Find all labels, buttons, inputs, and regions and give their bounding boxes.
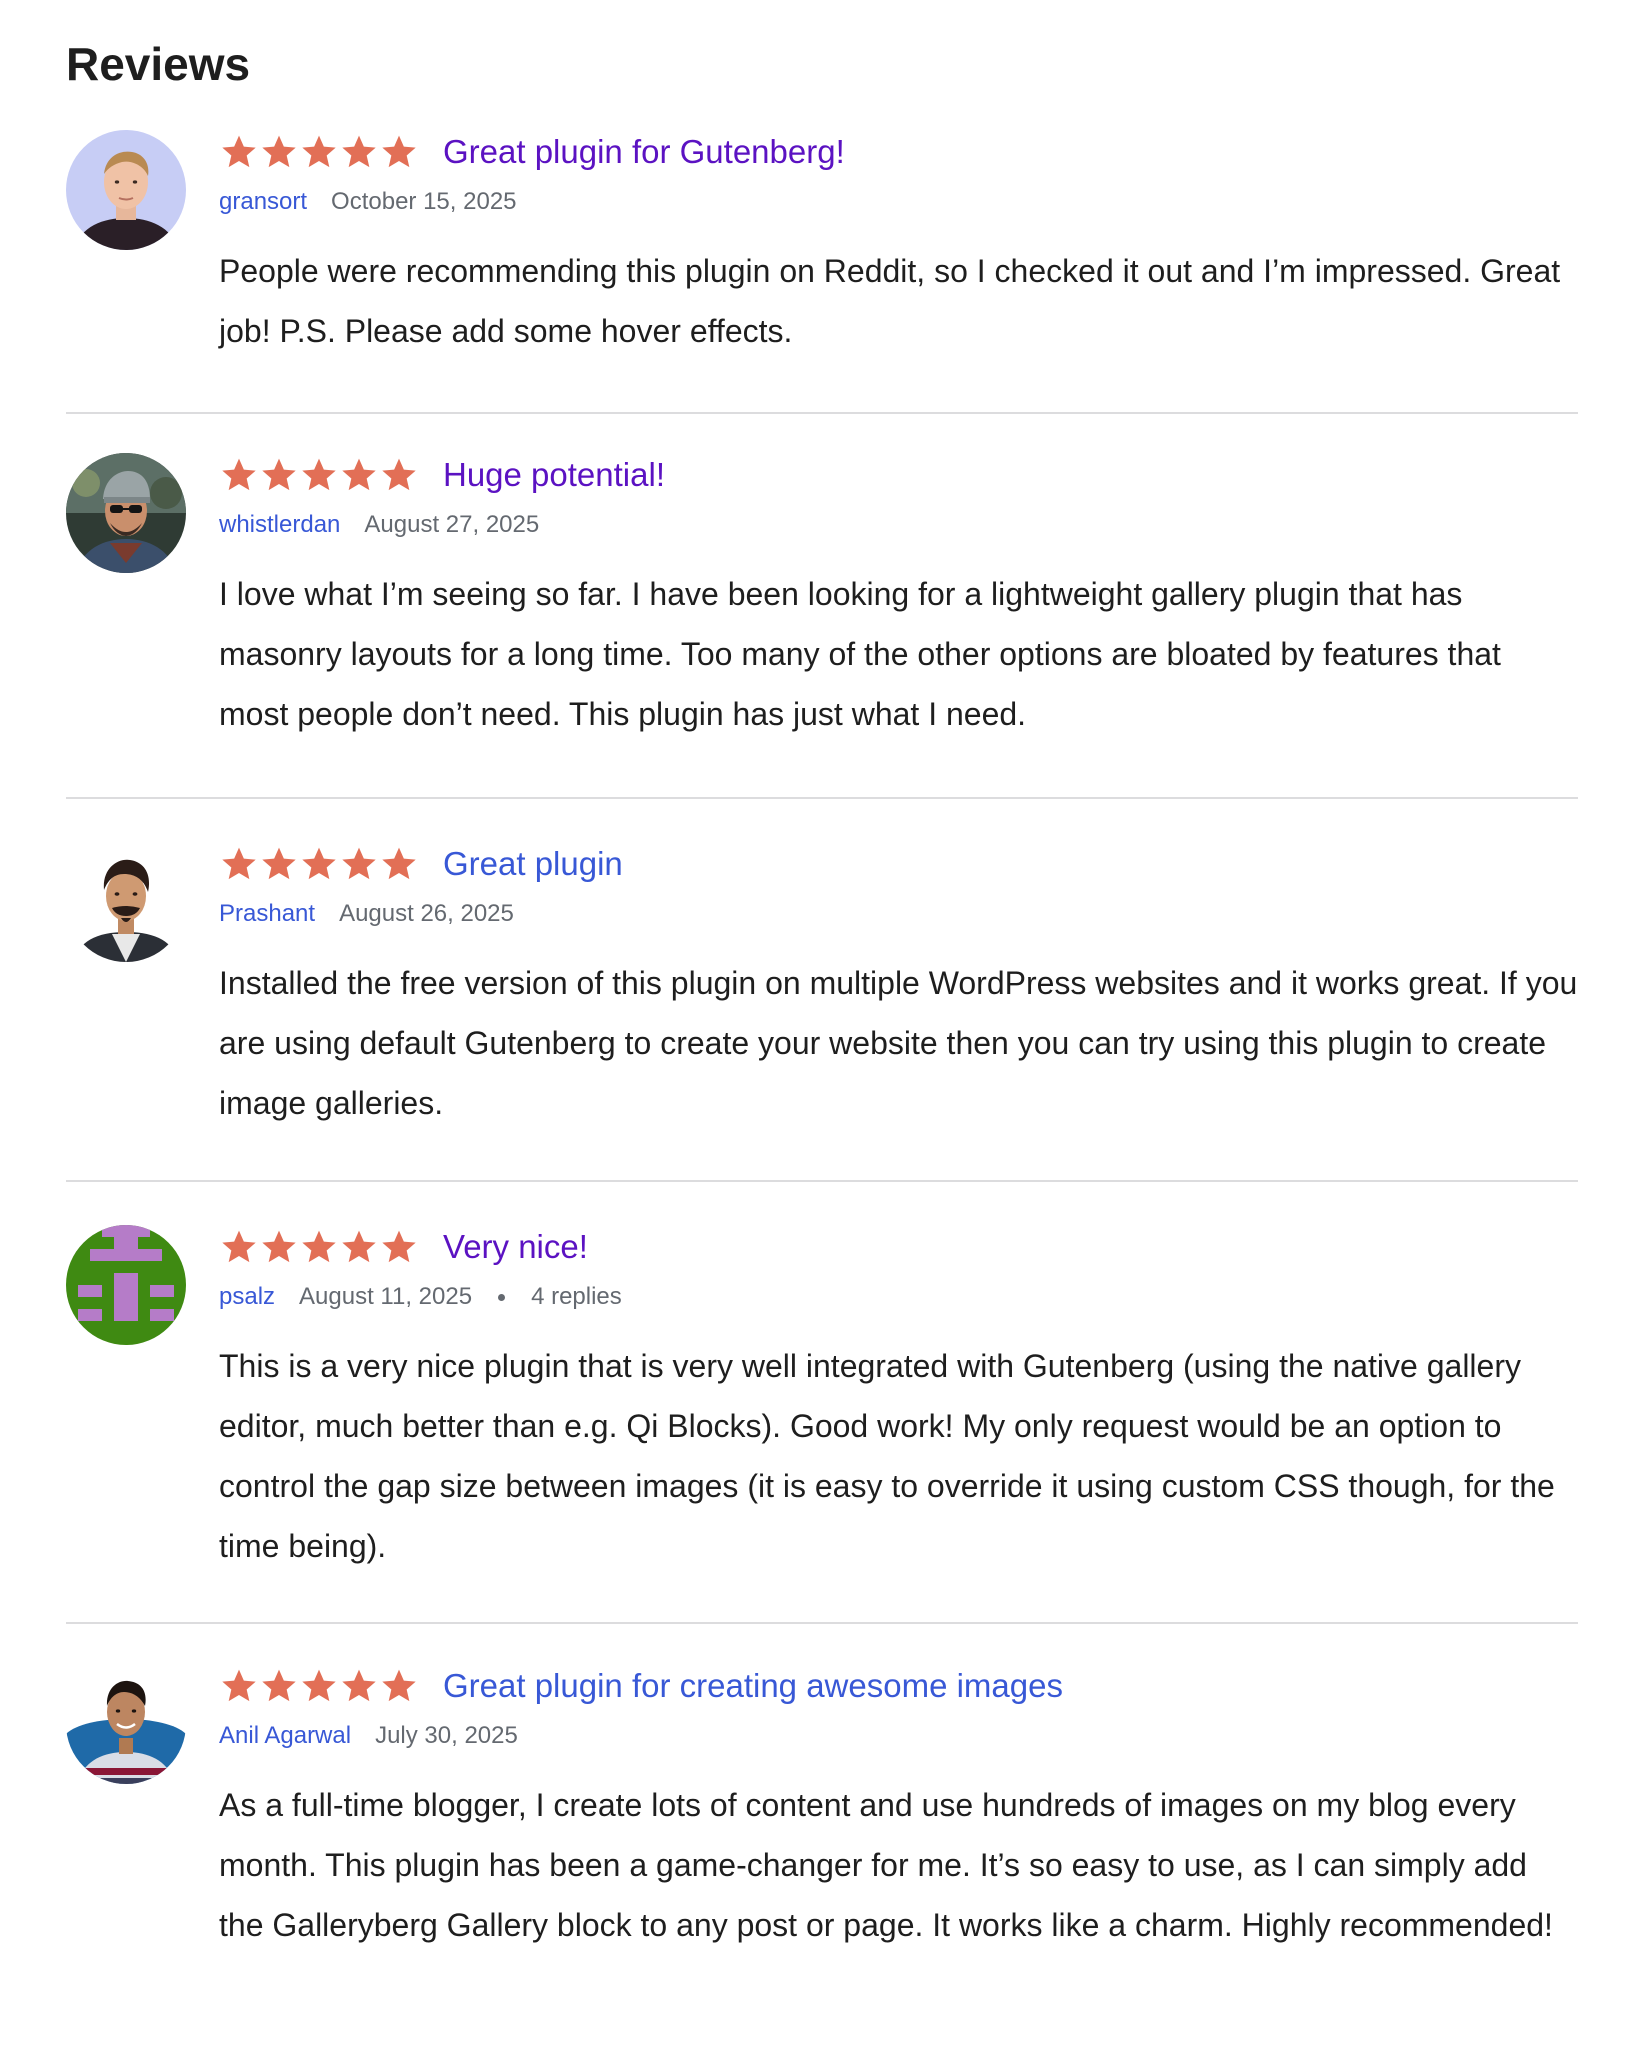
- review-meta: psalz August 11, 2025 4 replies: [219, 1282, 1579, 1312]
- star-icon: [339, 1666, 379, 1706]
- review-text: I love what I’m seeing so far. I have be…: [219, 576, 1501, 732]
- review-title-link[interactable]: Great plugin for creating awesome images: [443, 1664, 1063, 1708]
- replies-link[interactable]: 4 replies: [531, 1282, 622, 1312]
- star-icon: [339, 844, 379, 884]
- review-header: Very nice!: [219, 1225, 1579, 1269]
- review-date: October 15, 2025: [331, 188, 517, 215]
- review-title-link[interactable]: Great plugin: [443, 842, 623, 886]
- review-body: Great plugin for Gutenberg! gransort Oct…: [219, 130, 1579, 361]
- review-title-link[interactable]: Great plugin for Gutenberg!: [443, 130, 845, 174]
- author-link[interactable]: gransort: [219, 187, 307, 217]
- avatar-image: [66, 453, 186, 573]
- author-link[interactable]: psalz: [219, 1282, 275, 1312]
- review-title-link[interactable]: Very nice!: [443, 1225, 588, 1269]
- star-icon: [219, 455, 259, 495]
- star-rating: [219, 130, 419, 174]
- divider: [66, 1180, 1578, 1182]
- avatar-image: [66, 1664, 186, 1784]
- section-title: Reviews: [66, 38, 251, 90]
- avatar-psalz[interactable]: [66, 1225, 186, 1345]
- star-icon: [299, 844, 339, 884]
- divider: [66, 412, 1578, 414]
- review-text: People were recommending this plugin on …: [219, 253, 1561, 349]
- review-meta: gransort October 15, 2025: [219, 187, 1579, 217]
- star-icon: [219, 1666, 259, 1706]
- star-icon: [339, 132, 379, 172]
- star-icon: [259, 455, 299, 495]
- author-link[interactable]: Anil Agarwal: [219, 1721, 351, 1751]
- avatar-prashant[interactable]: [66, 842, 186, 962]
- review-date: August 27, 2025: [364, 511, 540, 538]
- review-date: August 11, 2025: [299, 1283, 473, 1310]
- star-icon: [219, 1227, 259, 1267]
- avatar-image: [66, 1225, 186, 1345]
- review-header: Great plugin: [219, 842, 1579, 886]
- star-icon: [379, 844, 419, 884]
- star-icon: [219, 132, 259, 172]
- review-body: Great plugin Prashant August 26, 2025 In…: [219, 842, 1579, 1133]
- avatar-image: [66, 130, 186, 250]
- star-rating: [219, 842, 419, 886]
- review-title-link[interactable]: Huge potential!: [443, 453, 665, 497]
- avatar-image: [66, 842, 186, 962]
- star-icon: [299, 455, 339, 495]
- star-rating: [219, 453, 419, 497]
- star-rating: [219, 1225, 419, 1269]
- avatar-anil-agarwal[interactable]: [66, 1664, 186, 1784]
- star-rating: [219, 1664, 419, 1708]
- review-meta: whistlerdan August 27, 2025: [219, 510, 1579, 540]
- star-icon: [339, 1227, 379, 1267]
- divider: [66, 1622, 1578, 1624]
- review-meta: Prashant August 26, 2025: [219, 899, 1579, 929]
- author-link[interactable]: whistlerdan: [219, 510, 340, 540]
- review-date: July 30, 2025: [375, 1722, 518, 1749]
- separator-dot: [498, 1293, 506, 1301]
- star-icon: [259, 844, 299, 884]
- star-icon: [219, 844, 259, 884]
- review-text: This is a very nice plugin that is very …: [219, 1348, 1555, 1564]
- star-icon: [379, 132, 419, 172]
- review-header: Great plugin for creating awesome images: [219, 1664, 1579, 1708]
- star-icon: [339, 455, 379, 495]
- avatar-whistlerdan[interactable]: [66, 453, 186, 573]
- star-icon: [259, 1227, 299, 1267]
- review-date: August 26, 2025: [339, 900, 514, 927]
- star-icon: [259, 1666, 299, 1706]
- review-body: Huge potential! whistlerdan August 27, 2…: [219, 453, 1579, 744]
- author-link[interactable]: Prashant: [219, 899, 315, 929]
- divider: [66, 797, 1578, 799]
- avatar-gransort[interactable]: [66, 130, 186, 250]
- star-icon: [379, 455, 419, 495]
- star-icon: [299, 1227, 339, 1267]
- review-text: As a full-time blogger, I create lots of…: [219, 1787, 1553, 1943]
- review-body: Great plugin for creating awesome images…: [219, 1664, 1579, 1955]
- review-meta: Anil Agarwal July 30, 2025: [219, 1721, 1579, 1751]
- review-header: Great plugin for Gutenberg!: [219, 130, 1579, 174]
- star-icon: [259, 132, 299, 172]
- reviews-page: Reviews Great plugin for Gutenberg! gran…: [0, 0, 1646, 2064]
- star-icon: [379, 1227, 419, 1267]
- star-icon: [379, 1666, 419, 1706]
- star-icon: [299, 132, 339, 172]
- review-header: Huge potential!: [219, 453, 1579, 497]
- review-text: Installed the free version of this plugi…: [219, 965, 1578, 1121]
- review-body: Very nice! psalz August 11, 2025 4 repli…: [219, 1225, 1579, 1576]
- star-icon: [299, 1666, 339, 1706]
